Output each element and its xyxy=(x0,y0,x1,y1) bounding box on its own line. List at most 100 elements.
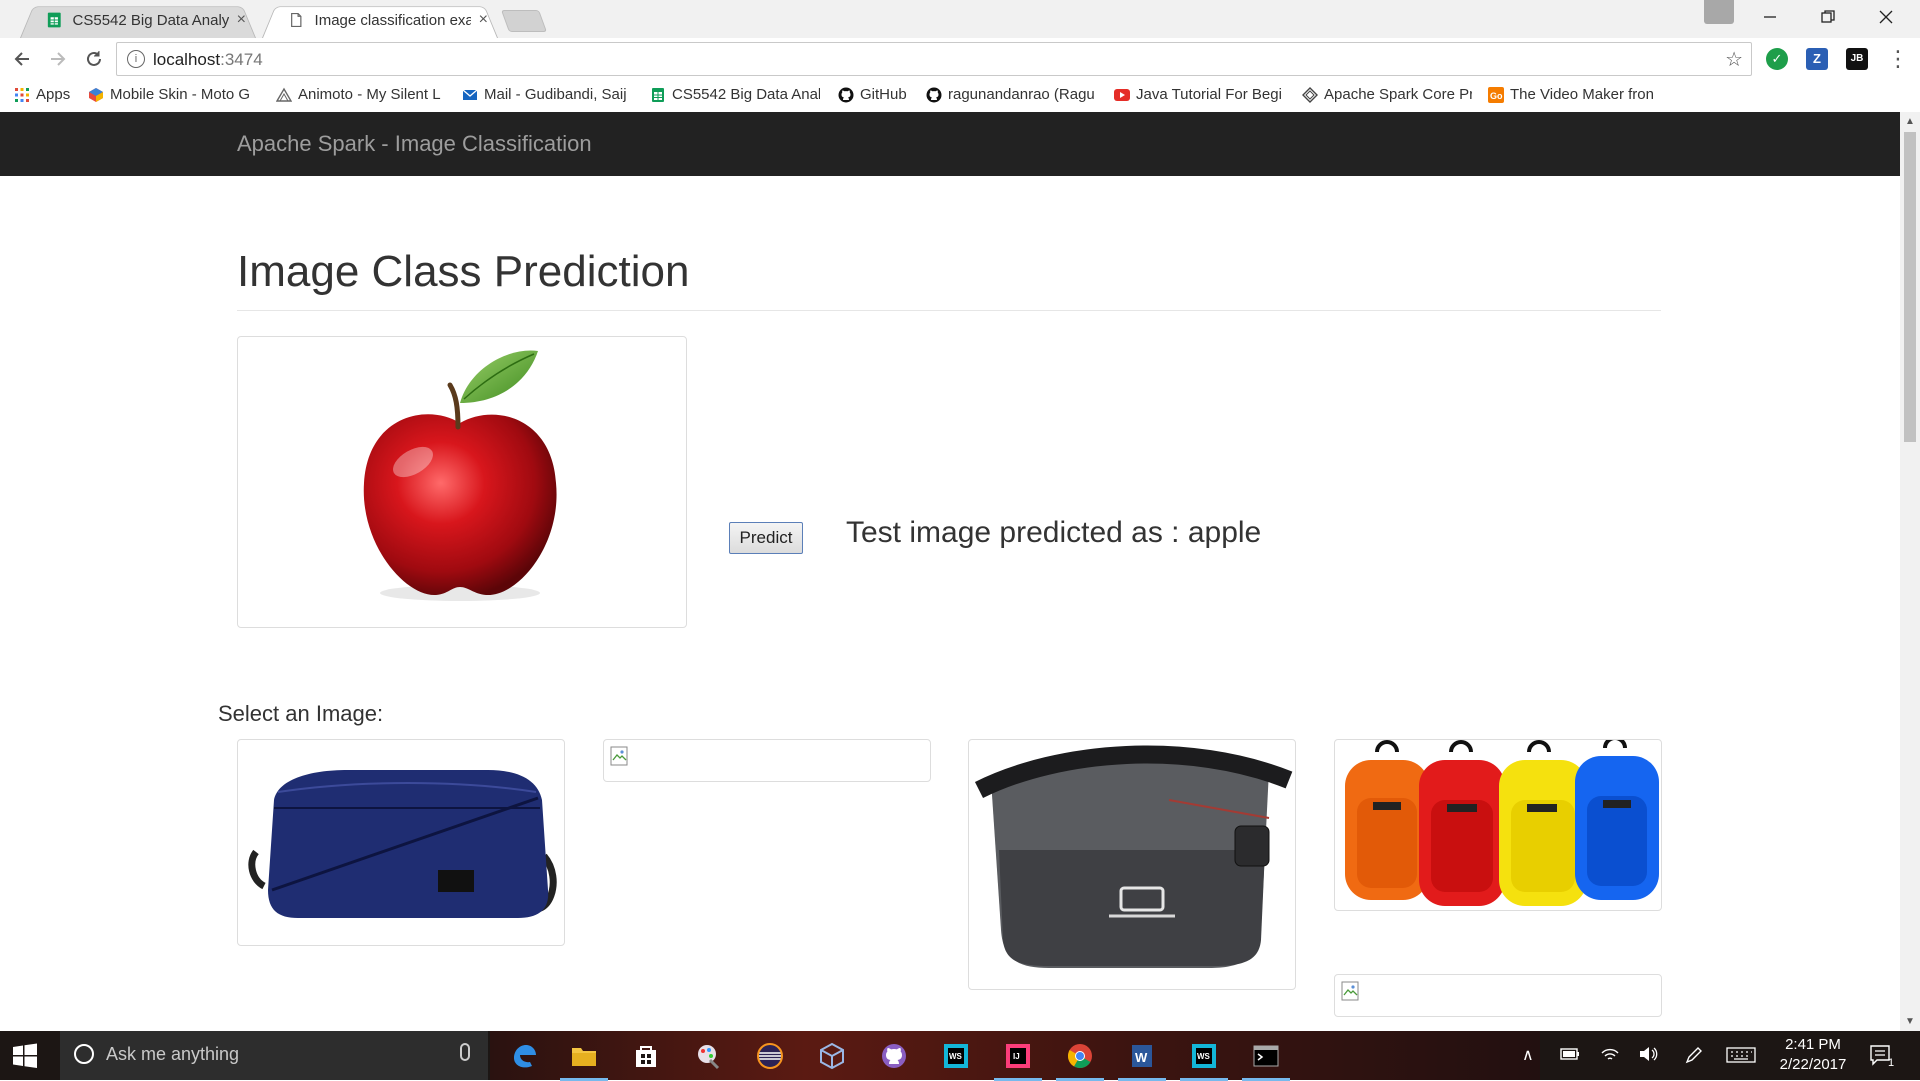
info-icon[interactable]: i xyxy=(127,50,145,68)
navbar-brand[interactable]: Apache Spark - Image Classification xyxy=(237,131,592,157)
bookmark-mail[interactable]: Mail - Gudibandi, Saij xyxy=(462,86,634,103)
svg-text:W: W xyxy=(1135,1050,1148,1065)
scrollbar-thumb[interactable] xyxy=(1904,132,1916,442)
keyboard-icon[interactable] xyxy=(1726,1047,1756,1063)
gallery-item-gray-bag[interactable] xyxy=(968,739,1296,990)
search-placeholder: Ask me anything xyxy=(106,1044,240,1064)
store-icon[interactable] xyxy=(628,1039,664,1073)
github-icon xyxy=(838,87,854,102)
predict-button[interactable]: Predict xyxy=(729,522,803,554)
forward-icon[interactable] xyxy=(44,46,72,72)
tab-strip: CS5542 Big Data Analytic × Image classif… xyxy=(0,0,1920,39)
show-hidden-icons[interactable]: ∧ xyxy=(1522,1045,1534,1065)
notification-count: 1 xyxy=(1888,1057,1895,1069)
bookmark-ragunandanrao[interactable]: ragunandanrao (Ragu xyxy=(926,86,1096,103)
prediction-result: Test image predicted as : apple xyxy=(846,516,1262,549)
go-icon: Go xyxy=(1488,86,1504,103)
microphone-icon[interactable] xyxy=(460,1043,470,1061)
spark-icon xyxy=(1302,86,1318,103)
bookmarks-bar: Apps Mobile Skin - Moto G Animoto - My S… xyxy=(0,80,1920,113)
gallery-item-backpacks[interactable] xyxy=(1334,739,1662,911)
back-icon[interactable] xyxy=(8,46,36,72)
intellij-icon[interactable]: IJ xyxy=(994,1039,1042,1081)
close-window-icon[interactable] xyxy=(1858,0,1914,34)
z-extension-icon[interactable]: Z xyxy=(1806,48,1828,70)
wifi-icon[interactable] xyxy=(1600,1045,1620,1063)
broken-image-icon xyxy=(610,746,628,766)
chrome-icon[interactable] xyxy=(1056,1039,1104,1081)
bookmark-cs5542[interactable]: CS5542 Big Data Anal xyxy=(650,86,820,103)
battery-icon[interactable] xyxy=(1560,1047,1580,1061)
youtube-icon xyxy=(1114,88,1130,101)
animoto-icon xyxy=(276,87,292,102)
backpacks-image xyxy=(1345,740,1659,906)
broken-image-icon xyxy=(1341,981,1359,1001)
profile-icon[interactable] xyxy=(1704,0,1734,24)
scroll-down-icon[interactable]: ▼ xyxy=(1905,1016,1915,1027)
bookmark-apache-spark[interactable]: Apache Spark Core Pr xyxy=(1302,86,1472,103)
word-icon[interactable]: W xyxy=(1118,1039,1166,1081)
virtualbox-icon[interactable] xyxy=(814,1039,850,1073)
apple-image xyxy=(363,350,557,601)
reload-icon[interactable] xyxy=(80,46,108,72)
file-explorer-icon[interactable] xyxy=(560,1039,608,1081)
navbar: Apache Spark - Image Classification xyxy=(0,112,1900,176)
page-title: Image Class Prediction xyxy=(237,247,690,296)
clock-time: 2:41 PM xyxy=(1785,1036,1841,1053)
taskbar: Ask me anything WS IJ W WS ∧ 2:41 PM 2/2… xyxy=(0,1031,1920,1081)
page-viewport: Apache Spark - Image Classification Imag… xyxy=(0,112,1900,1031)
edge-icon[interactable] xyxy=(506,1039,542,1073)
address-bar[interactable]: i localhost:3474 ☆ xyxy=(116,42,1752,76)
cortana-icon xyxy=(74,1044,94,1064)
gallery-item-broken-1[interactable] xyxy=(603,739,931,782)
tab-image-classification[interactable]: Image classification exan × xyxy=(262,2,498,39)
svg-text:IJ: IJ xyxy=(1013,1052,1020,1061)
bookmark-star-icon[interactable]: ☆ xyxy=(1725,47,1743,72)
new-tab-button[interactable] xyxy=(500,10,548,32)
restore-icon[interactable] xyxy=(1800,0,1856,34)
page-scrollbar[interactable]: ▲ ▼ xyxy=(1900,112,1920,1031)
bookmark-video-maker[interactable]: Go The Video Maker fron xyxy=(1488,86,1660,103)
svg-text:Go: Go xyxy=(1490,91,1503,101)
volume-icon[interactable] xyxy=(1638,1045,1658,1063)
tab-title: CS5542 Big Data Analytic xyxy=(72,11,229,29)
bookmark-java-tutorial[interactable]: Java Tutorial For Begi xyxy=(1114,86,1286,103)
tab-cs5542[interactable]: CS5542 Big Data Analytic × xyxy=(20,2,256,39)
apps-grid-icon xyxy=(15,87,29,102)
bookmark-animoto[interactable]: Animoto - My Silent L xyxy=(276,86,446,103)
jb-extension-icon[interactable]: JB xyxy=(1846,48,1868,70)
mail-icon xyxy=(462,89,478,100)
pen-icon[interactable] xyxy=(1684,1045,1704,1065)
check-icon[interactable]: ✓ xyxy=(1766,48,1788,70)
blue-bag-image xyxy=(248,770,557,918)
url-text[interactable]: localhost:3474 xyxy=(153,50,263,70)
terminal-icon[interactable] xyxy=(1242,1039,1290,1081)
windows-start-icon[interactable] xyxy=(12,1043,38,1069)
gallery-item-blue-bag[interactable] xyxy=(237,739,565,946)
gallery-item-broken-2[interactable] xyxy=(1334,974,1662,1017)
mobileskin-icon xyxy=(89,87,103,102)
minimize-icon[interactable] xyxy=(1742,0,1798,34)
github-icon xyxy=(926,87,942,102)
divider xyxy=(237,310,1661,311)
close-icon[interactable]: × xyxy=(479,11,488,29)
github-desktop-icon[interactable] xyxy=(876,1039,912,1073)
bookmark-github[interactable]: GitHub xyxy=(838,86,907,103)
bookmark-mobile-skin[interactable]: Mobile Skin - Moto G xyxy=(88,86,258,103)
close-icon[interactable]: × xyxy=(237,11,246,29)
paint-icon[interactable] xyxy=(690,1039,726,1073)
select-image-label: Select an Image: xyxy=(218,701,384,726)
webstorm-icon[interactable]: WS xyxy=(938,1039,974,1073)
test-image xyxy=(237,336,687,628)
menu-icon[interactable]: ⋮ xyxy=(1884,46,1912,72)
gray-bag-image xyxy=(974,745,1293,968)
browser-toolbar: i localhost:3474 ☆ ✓ Z JB ⋮ xyxy=(0,38,1920,81)
sheets-icon xyxy=(47,12,61,28)
webstorm-icon[interactable]: WS xyxy=(1180,1039,1228,1081)
taskbar-search[interactable]: Ask me anything xyxy=(60,1031,488,1080)
scroll-up-icon[interactable]: ▲ xyxy=(1905,116,1915,127)
clock-date: 2/22/2017 xyxy=(1779,1056,1847,1073)
bookmark-apps[interactable]: Apps xyxy=(14,86,70,103)
clock[interactable]: 2:41 PM 2/22/2017 xyxy=(1768,1035,1858,1075)
eclipse-icon[interactable] xyxy=(752,1039,788,1073)
